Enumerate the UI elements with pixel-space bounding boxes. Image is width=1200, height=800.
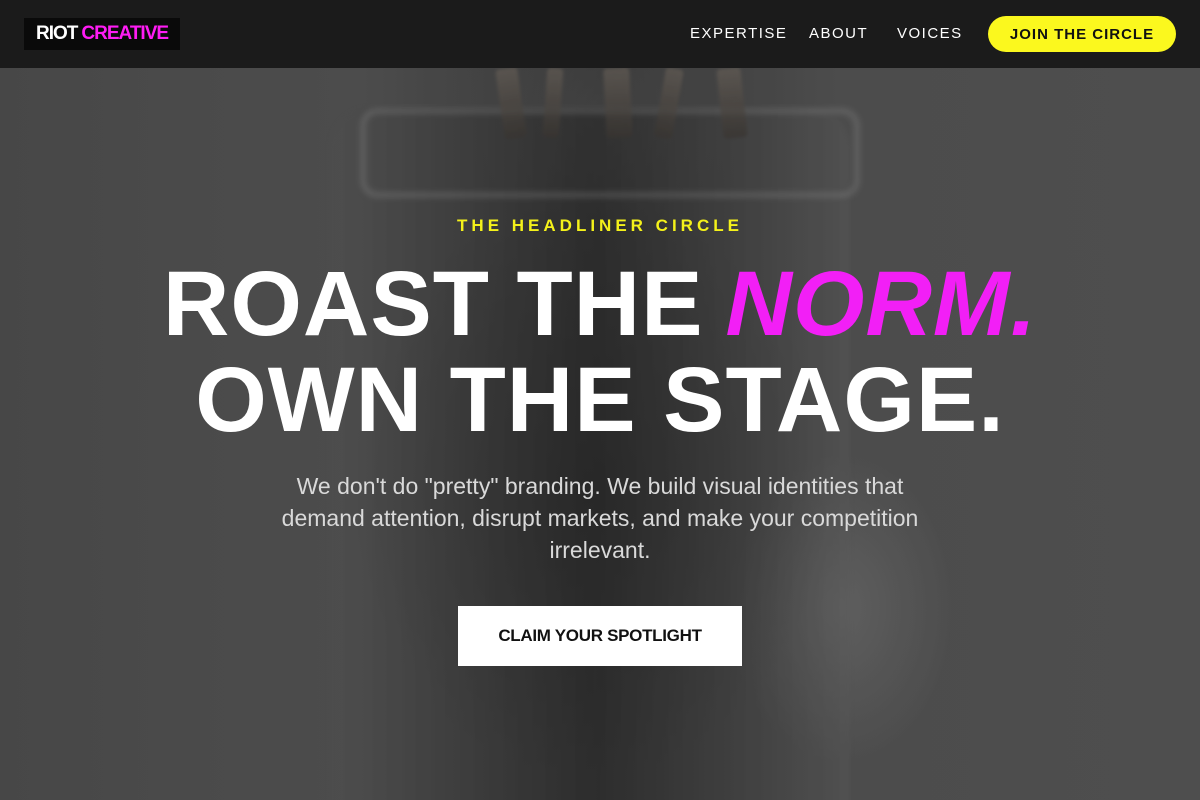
logo-word-riot: RIOT xyxy=(36,23,78,44)
hero-headline-line1: ROAST THE NORM. xyxy=(0,256,1200,352)
hero-subtext: We don't do "pretty" branding. We build … xyxy=(281,473,919,563)
nav-link-voices[interactable]: VOICES xyxy=(897,24,963,44)
brand-logo[interactable]: RIOT CREATIVE xyxy=(24,18,181,50)
logo-word-creative: CREATIVE xyxy=(81,23,169,44)
hero-headline-line2: OWN THE STAGE. xyxy=(195,349,1005,451)
nav-link-expertise[interactable]: EXPERTISE xyxy=(690,24,787,44)
headline-accent-text: NORM. xyxy=(725,253,1038,355)
top-navbar: RIOT CREATIVE EXPERTISE ABOUT VOICES JOI… xyxy=(0,0,1200,68)
hero-eyebrow: THE HEADLINER CIRCLE xyxy=(457,216,743,235)
claim-your-spotlight-button[interactable]: CLAIM YOUR SPOTLIGHT xyxy=(458,606,742,666)
nav-link-about[interactable]: ABOUT xyxy=(809,24,868,44)
headline-main-text: ROAST THE xyxy=(162,253,704,355)
join-the-circle-button[interactable]: JOIN THE CIRCLE xyxy=(988,16,1176,52)
